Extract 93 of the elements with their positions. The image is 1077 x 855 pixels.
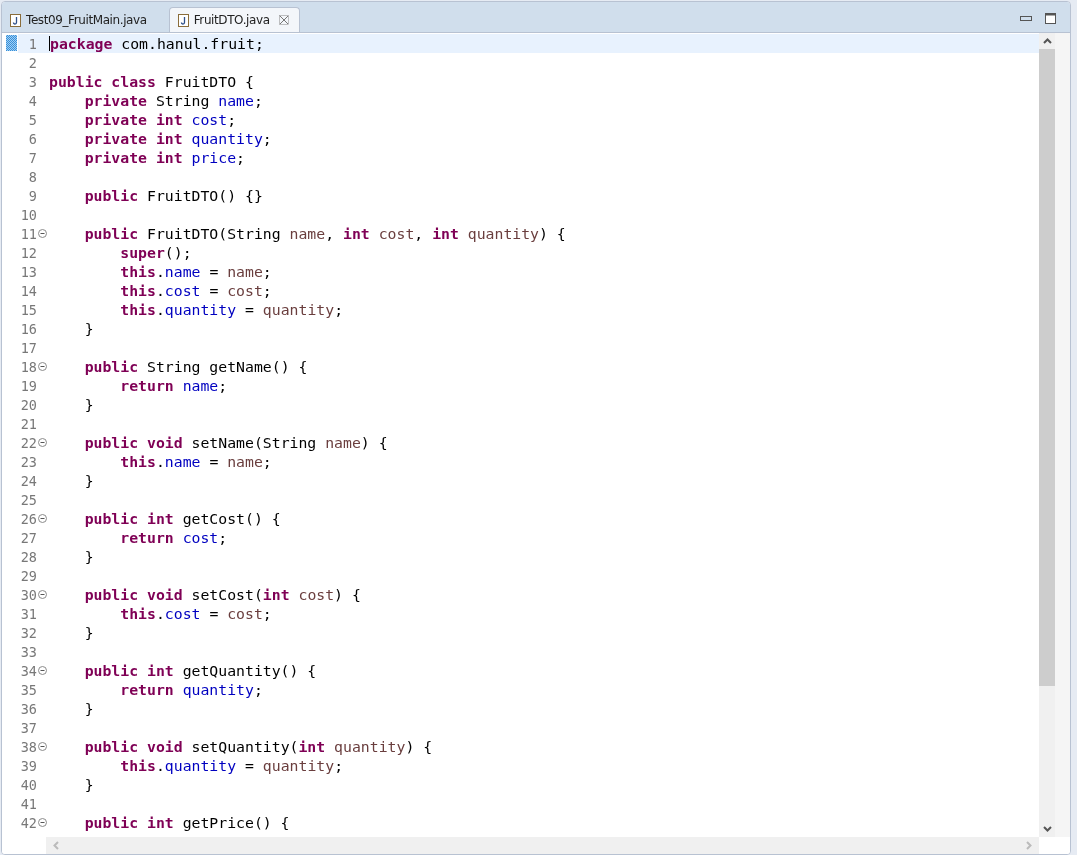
line-number: 1 — [27, 35, 37, 52]
fold-collapse-icon[interactable] — [38, 742, 47, 751]
code-line: this.cost = cost; — [119, 605, 272, 622]
line-number: 41 — [19, 795, 37, 812]
line-number: 40 — [19, 776, 37, 793]
code-line: public class FruitDTO { — [49, 73, 254, 90]
line-number: 16 — [19, 320, 37, 337]
fold-collapse-icon[interactable] — [38, 514, 47, 523]
line-number: 31 — [19, 605, 37, 622]
code-line: } — [83, 700, 94, 717]
line-number: 15 — [19, 301, 37, 318]
java-file-icon — [177, 13, 189, 27]
code-line: public void setName(String name) { — [83, 434, 388, 451]
code-line: } — [83, 396, 94, 413]
code-line: this.name = name; — [119, 453, 272, 470]
fold-collapse-icon[interactable] — [38, 818, 47, 827]
code-line: } — [83, 472, 94, 489]
code-line: this.quantity = quantity; — [119, 301, 344, 318]
line-number: 7 — [27, 149, 37, 166]
line-number: 38 — [19, 738, 37, 755]
code-line: private int cost; — [83, 111, 237, 128]
code-line: private String name; — [83, 92, 263, 109]
line-number: 17 — [19, 339, 37, 356]
line-number: 25 — [19, 491, 37, 508]
fold-collapse-icon[interactable] — [38, 590, 47, 599]
line-number: 3 — [27, 73, 37, 90]
scroll-up-icon[interactable] — [1042, 38, 1052, 44]
line-number: 35 — [19, 681, 37, 698]
line-number: 2 — [27, 54, 37, 71]
line-number: 36 — [19, 700, 37, 717]
line-number: 23 — [19, 453, 37, 470]
line-number: 9 — [27, 187, 37, 204]
line-number: 20 — [19, 396, 37, 413]
line-number: 22 — [19, 434, 37, 451]
fold-collapse-icon[interactable] — [38, 666, 47, 675]
line-number: 18 — [19, 358, 37, 375]
code-line: public String getName() { — [83, 358, 308, 375]
line-number: 39 — [19, 757, 37, 774]
line-number: 37 — [19, 719, 37, 736]
line-number: 11 — [19, 225, 37, 242]
fold-collapse-icon[interactable] — [38, 229, 47, 238]
code-line: return quantity; — [119, 681, 263, 698]
code-line: public FruitDTO(String name, int cost, int quantity) { — [83, 225, 566, 242]
java-file-icon — [10, 13, 21, 27]
close-icon[interactable] — [278, 15, 289, 25]
code-line: public int getCost() { — [83, 510, 281, 527]
line-number: 28 — [19, 548, 37, 565]
editor-tab[interactable]: Test09_FruitMain.java — [2, 8, 157, 32]
line-number: 24 — [19, 472, 37, 489]
line-number: 30 — [19, 586, 37, 603]
line-number: 34 — [19, 662, 37, 679]
code-line: } — [83, 320, 94, 337]
line-number: 12 — [19, 244, 37, 261]
code-line: public int getPrice() { — [83, 814, 290, 831]
line-number: 33 — [19, 643, 37, 660]
code-line: super(); — [119, 244, 192, 261]
vertical-scrollbar[interactable] — [1039, 33, 1055, 837]
scroll-down-icon[interactable] — [1042, 826, 1052, 832]
code-line: public void setCost(int cost) { — [83, 586, 361, 603]
code-line: } — [83, 624, 94, 641]
line-number: 21 — [19, 415, 37, 432]
line-number: 27 — [19, 529, 37, 546]
line-number: 13 — [19, 263, 37, 280]
code-line: return cost; — [119, 529, 228, 546]
code-line: return name; — [119, 377, 228, 394]
code-line: public FruitDTO() {} — [83, 187, 263, 204]
code-line: private int quantity; — [83, 130, 272, 147]
line-number: 8 — [27, 168, 37, 185]
code-line: public int getQuantity() { — [83, 662, 317, 679]
code-line: this.name = name; — [119, 263, 272, 280]
code-line: this.cost = cost; — [119, 282, 272, 299]
minimize-icon[interactable] — [1020, 15, 1032, 22]
code-line: } — [83, 548, 94, 565]
line-number: 19 — [19, 377, 37, 394]
line-number: 4 — [27, 92, 37, 109]
line-number: 6 — [27, 130, 37, 147]
line-number: 26 — [19, 510, 37, 527]
code-line: public void setQuantity(int quantity) { — [83, 738, 433, 755]
fold-collapse-icon[interactable] — [38, 362, 47, 371]
line-number: 42 — [19, 814, 37, 831]
line-number: 10 — [19, 206, 37, 223]
maximize-icon[interactable] — [1045, 13, 1056, 24]
line-number: 32 — [19, 624, 37, 641]
editor-tab[interactable]: FruitDTO.java — [168, 7, 300, 32]
line-number: 29 — [19, 567, 37, 584]
code-line: private int price; — [83, 149, 245, 166]
line-number: 5 — [27, 111, 37, 128]
code-line: } — [83, 776, 94, 793]
text-cursor — [49, 36, 50, 51]
code-line: package com.hanul.fruit; — [50, 35, 264, 52]
line-number: 14 — [19, 282, 37, 299]
code-line: this.quantity = quantity; — [119, 757, 344, 774]
fold-collapse-icon[interactable] — [38, 438, 47, 447]
